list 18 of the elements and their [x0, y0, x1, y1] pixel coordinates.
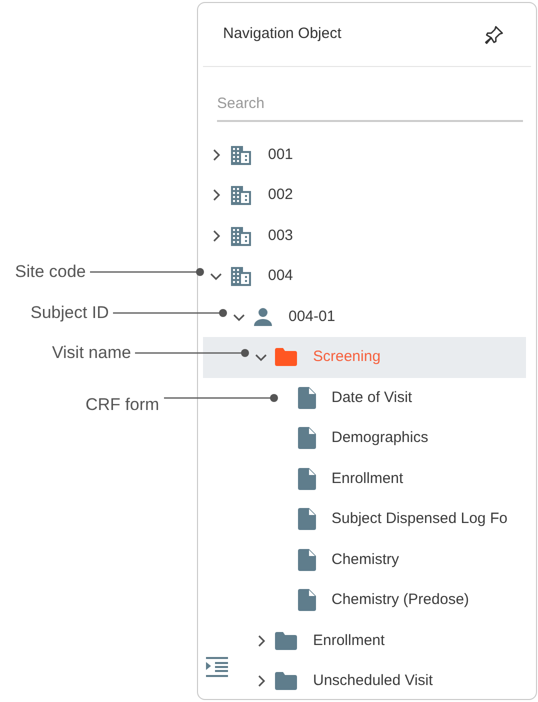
tree-item[interactable]: Enrollment — [203, 620, 526, 661]
annotation-label: Visit name — [52, 344, 132, 362]
tree-item[interactable]: Subject Dispensed Log Fo — [203, 499, 526, 540]
tree-item[interactable]: 002 — [203, 175, 526, 216]
tree-item[interactable]: Date of Visit — [203, 378, 526, 418]
tree-item[interactable]: Chemistry — [203, 540, 526, 580]
tree-item[interactable]: 003 — [203, 216, 526, 256]
annotation-label: Subject ID — [30, 304, 109, 321]
tree-item[interactable]: 004 — [203, 256, 526, 296]
tree-item[interactable]: 001 — [203, 134, 526, 175]
tree-item[interactable]: Chemistry (Predose) — [203, 580, 526, 620]
tree-item[interactable]: Demographics — [203, 418, 526, 458]
tree-item[interactable]: 004-01 — [203, 296, 526, 337]
annotation-label: Site code — [15, 263, 86, 280]
tree-item[interactable]: Unscheduled Visit — [203, 661, 526, 699]
tree-item[interactable]: Enrollment — [203, 458, 526, 499]
panel-title: Navigation Object — [223, 24, 342, 44]
annotation-label: CRF form — [86, 396, 160, 413]
